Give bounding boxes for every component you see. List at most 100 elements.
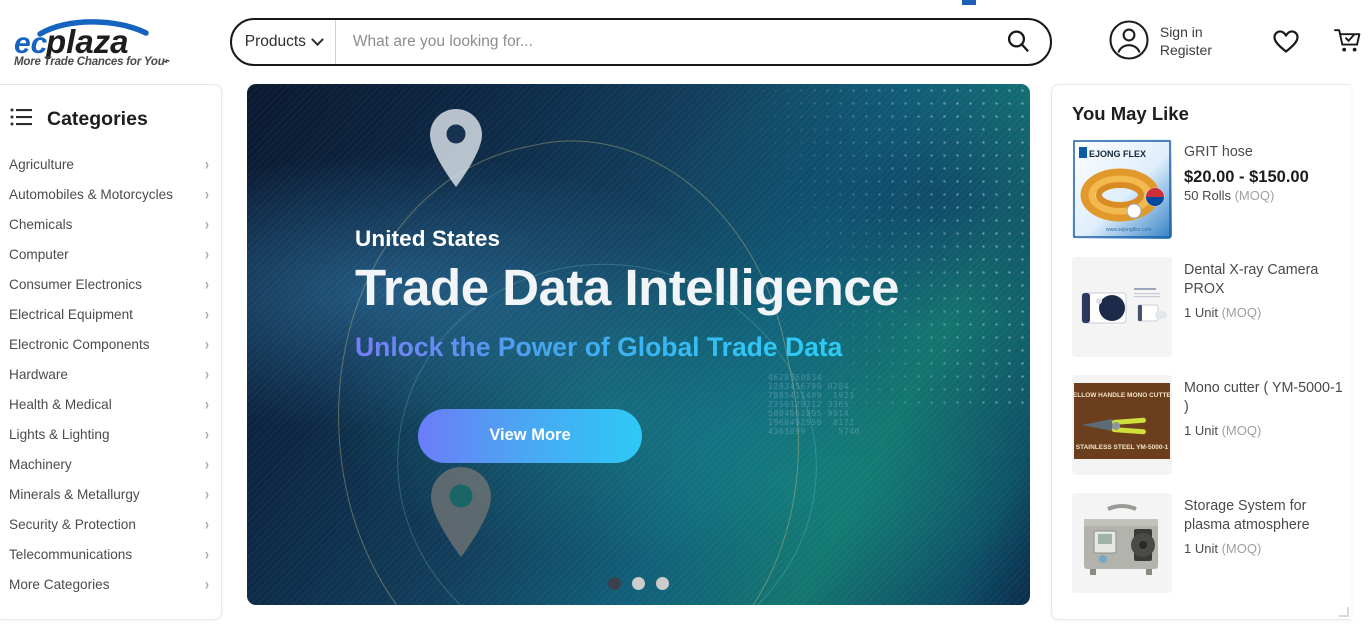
sidebar-item-telecommunications[interactable]: Telecommunications › — [0, 539, 221, 569]
sidebar-item-computer[interactable]: Computer › — [0, 239, 221, 269]
sidebar-item-automobiles-motorcycles[interactable]: Automobiles & Motorcycles › — [0, 179, 221, 209]
carousel-dot-3[interactable] — [656, 577, 669, 590]
chevron-right-icon: › — [205, 514, 209, 534]
chevron-right-icon: › — [205, 154, 209, 174]
svg-text:YELLOW HANDLE MONO CUTTER: YELLOW HANDLE MONO CUTTER — [1072, 392, 1172, 399]
chevron-right-icon: › — [205, 334, 209, 354]
user-circle-icon — [1108, 19, 1150, 66]
sidebar-item-machinery[interactable]: Machinery › — [0, 449, 221, 479]
recommended-product-item[interactable]: Dental X-ray Camera PROX 1 Unit (MOQ) — [1072, 257, 1351, 357]
register-link[interactable]: Register — [1160, 42, 1212, 60]
product-moq: 1 Unit (MOQ) — [1184, 541, 1351, 556]
page-body: Categories Agriculture › Automobiles & Mo… — [0, 84, 1370, 632]
product-thumbnail-mono-cutter: YELLOW HANDLE MONO CUTTER STAINLESS STEE… — [1072, 375, 1172, 475]
search-button[interactable] — [986, 20, 1050, 64]
list-menu-icon — [10, 107, 34, 132]
recommended-product-item[interactable]: Storage System for plasma atmosphere 1 U… — [1072, 493, 1351, 593]
view-more-button[interactable]: View More — [418, 408, 642, 463]
hero-content: United States Trade Data Intelligence Un… — [247, 84, 1030, 605]
categories-sidebar: Categories Agriculture › Automobiles & Mo… — [0, 84, 222, 620]
product-moq-label: (MOQ) — [1234, 187, 1275, 203]
sign-in-link[interactable]: Sign in — [1160, 24, 1212, 42]
site-logo[interactable]: ec plaza More Trade Chances for You⌁ — [14, 17, 188, 68]
header-actions: Sign in Register — [1108, 19, 1370, 66]
chevron-right-icon: › — [205, 184, 209, 204]
heart-icon — [1272, 28, 1300, 57]
chevron-right-icon: › — [205, 214, 209, 234]
sidebar-item-more-categories[interactable]: More Categories › — [0, 569, 221, 599]
product-thumbnail-grit-hose: EJONG FLEX www.sejongflex.com — [1072, 139, 1172, 239]
category-label: Lights & Lighting — [9, 426, 110, 442]
cart-button[interactable] — [1326, 20, 1370, 64]
sidebar-item-minerals-metallurgy[interactable]: Minerals & Metallurgy › — [0, 479, 221, 509]
product-name: GRIT hose — [1184, 144, 1253, 160]
category-label: Electronic Components — [9, 336, 150, 352]
product-name: Mono cutter ( YM-5000-1 ) — [1184, 380, 1343, 415]
product-name: Dental X-ray Camera PROX — [1184, 262, 1319, 297]
sidebar-item-electrical-equipment[interactable]: Electrical Equipment › — [0, 299, 221, 329]
svg-text:STAINLESS STEEL YM-5000-1: STAINLESS STEEL YM-5000-1 — [1076, 444, 1169, 451]
product-moq-qty: 1 Unit — [1184, 540, 1218, 556]
product-moq: 1 Unit (MOQ) — [1184, 305, 1351, 320]
category-label: Chemicals — [9, 216, 73, 232]
chevron-right-icon: › — [205, 244, 209, 264]
category-label: Security & Protection — [9, 516, 136, 532]
product-price: $20.00 - $150.00 — [1184, 167, 1309, 186]
carousel-dot-2[interactable] — [632, 577, 645, 590]
recommended-product-item[interactable]: EJONG FLEX www.sejongflex.com GRIT hose … — [1072, 139, 1351, 239]
sidebar-item-security-protection[interactable]: Security & Protection › — [0, 509, 221, 539]
category-label: Telecommunications — [9, 546, 133, 562]
chevron-right-icon: › — [205, 424, 209, 444]
sidebar-item-hardware[interactable]: Hardware › — [0, 359, 221, 389]
svg-text:EJONG FLEX: EJONG FLEX — [1089, 149, 1146, 159]
search-icon — [1004, 27, 1032, 58]
category-label: Hardware — [9, 366, 68, 382]
sidebar-item-electronic-components[interactable]: Electronic Components › — [0, 329, 221, 359]
logo-mark-icon: ec plaza — [14, 17, 159, 59]
hero-carousel-slide[interactable]: 4628350834 1293456789 0284 7885411409 19… — [247, 84, 1030, 605]
search-category-dropdown[interactable]: Products — [232, 20, 336, 64]
site-header: ec plaza More Trade Chances for You⌁ Pro… — [0, 0, 1370, 84]
product-moq-qty: 1 Unit — [1184, 422, 1218, 438]
sidebar-item-consumer-electronics[interactable]: Consumer Electronics › — [0, 269, 221, 299]
product-name: Storage System for plasma atmosphere — [1184, 498, 1310, 533]
account-menu[interactable]: Sign in Register — [1108, 19, 1212, 66]
wishlist-button[interactable] — [1264, 20, 1308, 64]
categories-header: Categories — [0, 101, 221, 132]
hero-title: Trade Data Intelligence — [355, 259, 900, 317]
category-label: More Categories — [9, 576, 110, 592]
categories-list: Agriculture › Automobiles & Motorcycles › … — [0, 149, 221, 599]
search-category-label: Products — [244, 33, 306, 50]
search-bar: Products — [229, 18, 1052, 66]
chevron-right-icon: › — [205, 544, 209, 564]
sidebar-item-agriculture[interactable]: Agriculture › — [0, 149, 221, 179]
chevron-right-icon: › — [205, 574, 209, 594]
category-label: Electrical Equipment — [9, 306, 133, 322]
sidebar-item-lights-lighting[interactable]: Lights & Lighting › — [0, 419, 221, 449]
category-label: Automobiles & Motorcycles — [9, 186, 173, 202]
product-thumbnail-dental-xray-camera — [1072, 257, 1172, 357]
svg-text:www.sejongflex.com: www.sejongflex.com — [1106, 227, 1151, 233]
search-input[interactable] — [335, 20, 986, 64]
sidebar-item-chemicals[interactable]: Chemicals › — [0, 209, 221, 239]
product-moq-label: (MOQ) — [1221, 422, 1262, 438]
chevron-right-icon: › — [205, 454, 209, 474]
category-label: Computer — [9, 246, 69, 262]
shopping-cart-icon — [1333, 27, 1363, 58]
chevron-right-icon: › — [205, 364, 209, 384]
top-cutoff-fragment — [962, 0, 976, 5]
sidebar-item-health-medical[interactable]: Health & Medical › — [0, 389, 221, 419]
product-thumbnail-plasma-storage-system — [1072, 493, 1172, 593]
you-may-like-panel: You May Like EJONG FLEX www.sejongflex.c… — [1051, 84, 1351, 620]
recommended-product-item[interactable]: YELLOW HANDLE MONO CUTTER STAINLESS STEE… — [1072, 375, 1351, 475]
product-moq-qty: 1 Unit — [1184, 304, 1218, 320]
category-label: Agriculture — [9, 156, 74, 172]
chevron-right-icon: › — [205, 304, 209, 324]
resize-corner[interactable] — [1339, 607, 1349, 617]
category-label: Machinery — [9, 456, 72, 472]
hero-area: 4628350834 1293456789 0284 7885411409 19… — [222, 84, 1030, 632]
hero-kicker: United States — [355, 226, 501, 252]
chevron-right-icon: › — [205, 274, 209, 294]
carousel-dot-1[interactable] — [608, 577, 621, 590]
product-moq: 1 Unit (MOQ) — [1184, 423, 1351, 438]
